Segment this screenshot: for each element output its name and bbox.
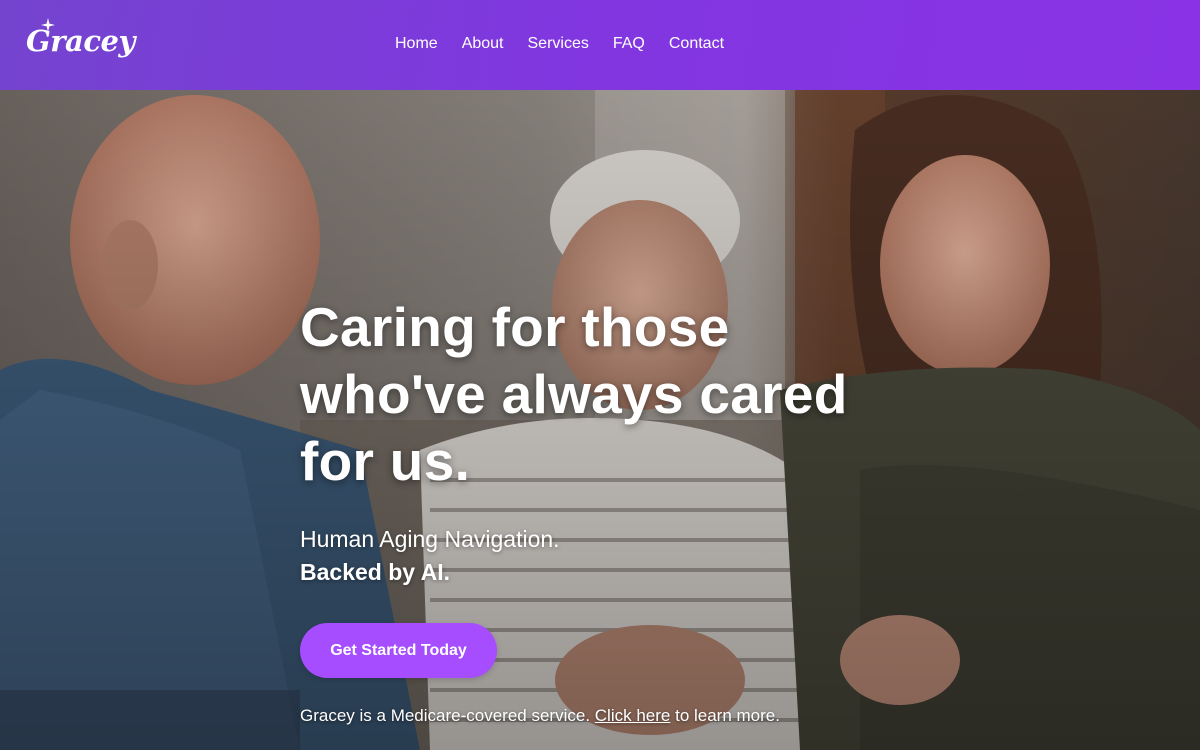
medicare-footnote: Gracey is a Medicare-covered service. Cl… bbox=[300, 705, 920, 727]
hero-content: Caring for those who've always cared for… bbox=[300, 294, 920, 727]
footnote-text-before: Gracey is a Medicare-covered service. bbox=[300, 706, 595, 725]
logo-text: Gracey bbox=[26, 24, 135, 58]
nav-link-home[interactable]: Home bbox=[383, 33, 450, 55]
main-nav: Home About Services FAQ Contact bbox=[383, 33, 736, 55]
hero-subtitle-line1: Human Aging Navigation. bbox=[300, 526, 560, 552]
footnote-text-after: to learn more. bbox=[670, 706, 780, 725]
nav-link-faq[interactable]: FAQ bbox=[601, 33, 657, 55]
nav-link-about[interactable]: About bbox=[450, 33, 516, 55]
nav-link-services[interactable]: Services bbox=[516, 33, 601, 55]
learn-more-link[interactable]: Click here bbox=[595, 706, 671, 725]
hero-subtitle: Human Aging Navigation. Backed by AI. bbox=[300, 523, 920, 589]
get-started-button[interactable]: Get Started Today bbox=[300, 623, 497, 678]
hero-title: Caring for those who've always cared for… bbox=[300, 296, 848, 492]
hero-subtitle-line2: Backed by AI. bbox=[300, 559, 450, 585]
site-header: Gracey Home About Services FAQ Contact bbox=[0, 0, 1200, 90]
logo[interactable]: Gracey bbox=[26, 18, 135, 64]
nav-link-contact[interactable]: Contact bbox=[657, 33, 736, 55]
hero-section: Caring for those who've always cared for… bbox=[0, 90, 1200, 750]
